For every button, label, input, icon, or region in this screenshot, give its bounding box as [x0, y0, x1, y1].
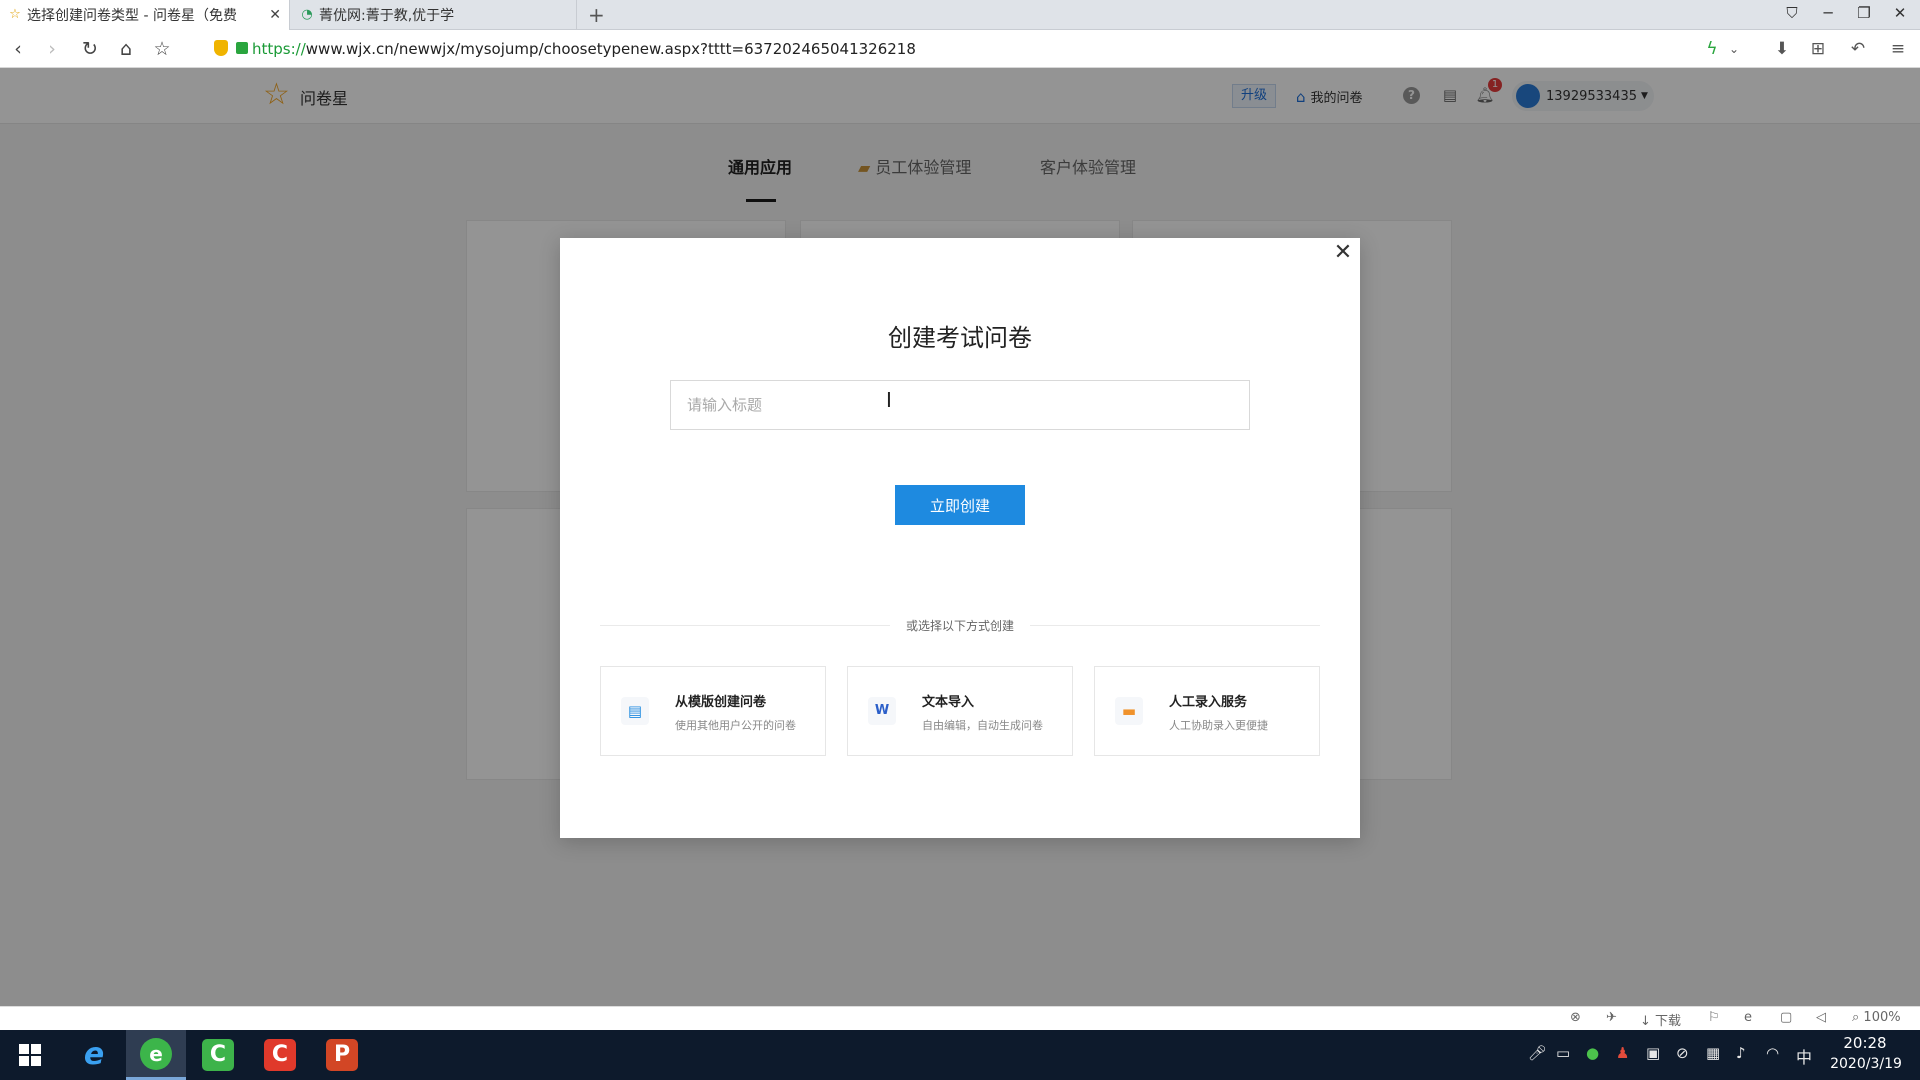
- taskbar-powerpoint[interactable]: P: [312, 1030, 372, 1080]
- new-tab-button[interactable]: +: [588, 4, 605, 26]
- qq-icon[interactable]: ♟: [1616, 1044, 1629, 1062]
- undo-icon[interactable]: ↶: [1846, 39, 1870, 59]
- back-icon[interactable]: ‹: [6, 38, 30, 60]
- display-icon[interactable]: ▣: [1646, 1044, 1660, 1062]
- option-title: 人工录入服务: [1169, 695, 1248, 710]
- url-path: www.wjx.cn/newwjx/mysojump/choosetypenew…: [305, 40, 916, 58]
- clock-date[interactable]: 2020/3/19: [1826, 1056, 1906, 1072]
- wechat-icon[interactable]: ●: [1586, 1044, 1599, 1062]
- zoom-level: 100%: [1863, 1010, 1901, 1025]
- tab-jyeoo[interactable]: ◔ 菁优网:菁于教,优于学: [292, 0, 577, 30]
- start-button[interactable]: [0, 1030, 60, 1080]
- lightning-icon[interactable]: ϟ: [1700, 39, 1724, 59]
- browser-tab-bar: ☆ 选择创建问卷类型 - 问卷星（免费 ✕ ◔ 菁优网:菁于教,优于学 + ⛉ …: [0, 0, 1920, 30]
- url-field[interactable]: https://www.wjx.cn/newwjx/mysojump/choos…: [252, 40, 916, 58]
- download-label: 下载: [1655, 1014, 1682, 1029]
- taskbar-camtasia-green[interactable]: C: [188, 1030, 248, 1080]
- keyboard-icon[interactable]: ▦: [1706, 1044, 1720, 1062]
- speaker-icon[interactable]: ◁: [1816, 1010, 1826, 1025]
- option-from-template[interactable]: ▤ 从模版创建问卷 使用其他用户公开的问卷: [600, 666, 826, 756]
- lock-icon: [236, 42, 248, 54]
- document-icon: ▤: [621, 697, 649, 725]
- refresh-icon[interactable]: ↻: [78, 38, 102, 60]
- microphone-icon[interactable]: 🎤︎: [1528, 1044, 1547, 1062]
- browser-status-bar: ⊗ ✈ ↓ 下载 ⚐ e ▢ ◁ ⌕ 100%: [0, 1006, 1920, 1030]
- chevron-down-icon[interactable]: ⌄: [1722, 39, 1746, 59]
- taskbar-360-browser[interactable]: e: [126, 1030, 186, 1080]
- option-title: 从模版创建问卷: [675, 695, 767, 710]
- jyeoo-icon: ◔: [301, 7, 313, 22]
- minimize-icon[interactable]: ─: [1816, 4, 1840, 22]
- create-now-button[interactable]: 立即创建: [895, 485, 1025, 525]
- powerpoint-icon: P: [326, 1039, 358, 1071]
- battery-icon[interactable]: ▭: [1556, 1044, 1570, 1062]
- window-icon[interactable]: ▢: [1780, 1010, 1792, 1025]
- wifi-icon[interactable]: ◠: [1766, 1044, 1779, 1062]
- ie-icon: e: [83, 1037, 105, 1072]
- option-desc: 使用其他用户公开的问卷: [675, 719, 796, 732]
- title-input[interactable]: [670, 380, 1250, 430]
- browser-360-icon: e: [140, 1037, 172, 1070]
- apps-grid-icon[interactable]: ⊞: [1806, 39, 1830, 59]
- tab-wjx[interactable]: ☆ 选择创建问卷类型 - 问卷星（免费 ✕: [0, 0, 290, 30]
- option-desc: 人工协助录入更便捷: [1169, 719, 1268, 732]
- close-tab-icon[interactable]: ✕: [269, 7, 281, 23]
- accelerate-icon[interactable]: ⊗: [1570, 1010, 1581, 1025]
- favorite-star-icon[interactable]: ☆: [150, 38, 174, 60]
- url-scheme: https://: [252, 40, 306, 58]
- forward-icon[interactable]: ›: [40, 38, 64, 60]
- shirt-skin-icon[interactable]: ⛉: [1780, 4, 1804, 22]
- tab-title: 选择创建问卷类型 - 问卷星（免费: [27, 8, 237, 24]
- download-icon[interactable]: ⬇: [1770, 39, 1794, 59]
- zoom-control[interactable]: ⌕ 100%: [1852, 1010, 1901, 1025]
- page-content: ☆ 问卷星 升级 ⌂ 我的问卷 ? ▤ 🔔︎ 1 13929533435 ▼ 通…: [0, 68, 1920, 1006]
- address-bar: ‹ › ↻ ⌂ ☆ https://www.wjx.cn/newwjx/myso…: [0, 30, 1920, 68]
- restore-icon[interactable]: ❐: [1852, 4, 1876, 22]
- taskbar: e e C C P 🎤︎ ▭ ● ♟ ▣ ⊘ ▦ ♪ ◠ 中 20:28 202…: [0, 1030, 1920, 1080]
- windows-logo-icon: [19, 1044, 41, 1066]
- alt-methods-label: 或选择以下方式创建: [905, 619, 1014, 633]
- pin-icon[interactable]: ✈: [1606, 1010, 1617, 1025]
- home-icon[interactable]: ⌂: [114, 38, 138, 60]
- close-window-icon[interactable]: ✕: [1888, 4, 1912, 22]
- satellite-icon[interactable]: ⊘: [1676, 1044, 1689, 1062]
- camtasia-recorder-icon: C: [202, 1039, 234, 1071]
- option-desc: 自由编辑，自动生成问卷: [922, 719, 1043, 732]
- status-download[interactable]: ↓ 下载: [1640, 1010, 1681, 1029]
- create-exam-dialog: ✕ 创建考试问卷 I 立即创建 或选择以下方式创建 ▤ 从模版创建问卷 使用其他…: [560, 238, 1360, 838]
- word-icon: W: [868, 697, 896, 725]
- volume-icon[interactable]: ♪: [1736, 1044, 1746, 1062]
- camtasia-editor-icon: C: [264, 1039, 296, 1071]
- text-cursor-icon: I: [886, 388, 892, 412]
- taskbar-ie[interactable]: e: [64, 1030, 124, 1080]
- taskbar-camtasia-red[interactable]: C: [250, 1030, 310, 1080]
- star-icon: ☆: [9, 7, 21, 22]
- security-shield-icon[interactable]: [214, 40, 228, 56]
- option-text-import[interactable]: W 文本导入 自由编辑，自动生成问卷: [847, 666, 1073, 756]
- menu-icon[interactable]: ≡: [1886, 39, 1910, 59]
- option-manual-entry[interactable]: ▬ 人工录入服务 人工协助录入更便捷: [1094, 666, 1320, 756]
- ime-indicator[interactable]: 中: [1796, 1044, 1812, 1068]
- service-icon: ▬: [1115, 697, 1143, 725]
- close-icon[interactable]: ✕: [1332, 242, 1354, 264]
- option-title: 文本导入: [922, 695, 975, 710]
- clock-time[interactable]: 20:28: [1830, 1034, 1900, 1052]
- ie-mode-icon[interactable]: e: [1744, 1010, 1752, 1025]
- flag-icon[interactable]: ⚐: [1708, 1010, 1720, 1025]
- tab-title: 菁优网:菁于教,优于学: [319, 8, 455, 24]
- dialog-title: 创建考试问卷: [888, 324, 1032, 352]
